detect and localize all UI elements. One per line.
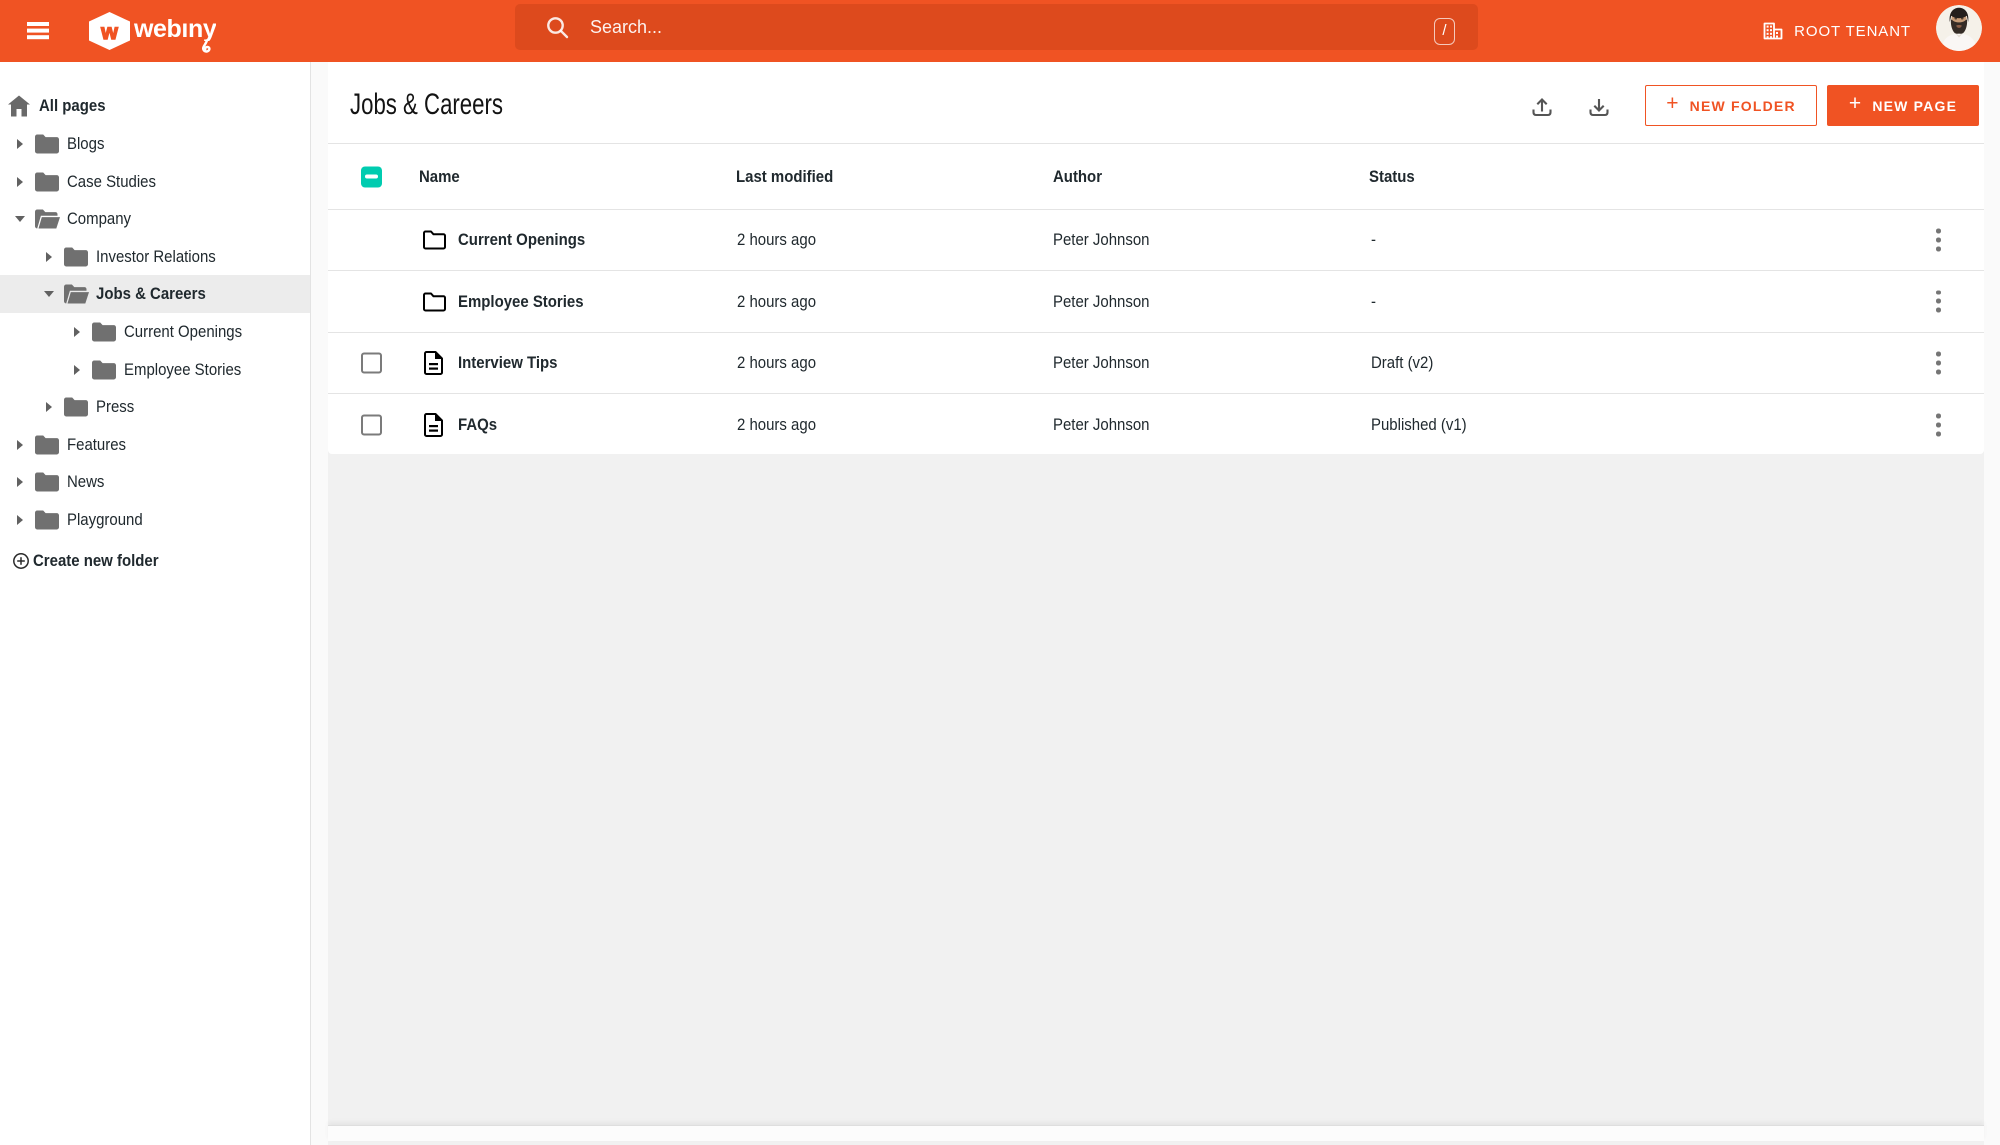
svg-text:w: w bbox=[100, 20, 118, 44]
